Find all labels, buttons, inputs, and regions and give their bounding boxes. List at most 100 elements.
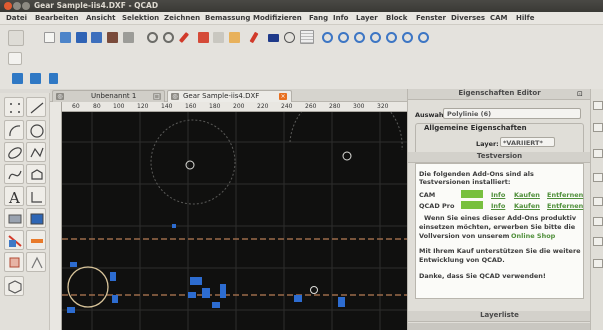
open-file-icon[interactable] bbox=[60, 32, 71, 43]
close-window-icon[interactable] bbox=[4, 2, 12, 10]
ellipse-tool-button[interactable] bbox=[4, 142, 24, 162]
menu-modifizieren[interactable]: Modifizieren bbox=[253, 14, 302, 22]
panel-float-icon[interactable]: ⊡ bbox=[577, 90, 583, 98]
tab-close-icon[interactable]: × bbox=[279, 93, 287, 100]
polyline-segment[interactable] bbox=[67, 307, 75, 313]
dock-icon[interactable] bbox=[593, 197, 603, 206]
hatch-tool-button[interactable] bbox=[4, 208, 24, 228]
dock-icon[interactable] bbox=[593, 101, 603, 110]
zoom-window-icon[interactable] bbox=[386, 32, 397, 43]
minimize-window-icon[interactable] bbox=[13, 2, 21, 10]
pointer-tool-button[interactable] bbox=[8, 52, 22, 65]
line-type-icon[interactable] bbox=[284, 32, 295, 43]
dock-icon[interactable] bbox=[593, 173, 603, 182]
zoom-selection-icon[interactable] bbox=[418, 32, 429, 43]
addon-info-link[interactable]: Info bbox=[491, 202, 505, 210]
menu-diverses[interactable]: Diverses bbox=[451, 14, 485, 22]
block-tool-button[interactable] bbox=[4, 252, 24, 272]
polyline-segment[interactable] bbox=[190, 277, 202, 285]
undo-icon[interactable] bbox=[147, 32, 158, 43]
dimension-tool-button[interactable] bbox=[26, 186, 46, 206]
layer-show-icon[interactable] bbox=[12, 73, 23, 84]
print-preview-icon[interactable] bbox=[123, 32, 134, 43]
modify-tool-button[interactable] bbox=[4, 230, 24, 250]
menu-datei[interactable]: Datei bbox=[6, 14, 27, 22]
menu-fang[interactable]: Fang bbox=[309, 14, 328, 22]
addon-buy-link[interactable]: Kaufen bbox=[514, 191, 540, 199]
select-mode-button[interactable] bbox=[8, 30, 24, 46]
menu-cam[interactable]: CAM bbox=[490, 14, 508, 22]
zoom-previous-icon[interactable] bbox=[370, 32, 381, 43]
addon-remove-link[interactable]: Entfernen bbox=[547, 191, 583, 199]
arc-tool-button[interactable] bbox=[4, 120, 24, 140]
copy-icon[interactable] bbox=[198, 32, 209, 43]
line-tool-button[interactable] bbox=[26, 97, 46, 117]
selection-dropdown[interactable]: Polylinie (6) bbox=[443, 108, 581, 119]
gear-outline[interactable] bbox=[289, 112, 403, 151]
zoom-in-icon[interactable] bbox=[322, 32, 333, 43]
grid-icon[interactable] bbox=[300, 30, 314, 44]
3d-tool-button[interactable] bbox=[4, 276, 24, 296]
polyline-segment[interactable] bbox=[188, 292, 196, 298]
polyline-segment[interactable] bbox=[220, 284, 226, 298]
zoom-out-icon[interactable] bbox=[338, 32, 349, 43]
menu-block[interactable]: Block bbox=[386, 14, 407, 22]
print-icon[interactable] bbox=[107, 32, 118, 43]
tab-gear-sample[interactable]: ◎ Gear Sample-iis4.DXF × bbox=[167, 90, 292, 102]
image-tool-button[interactable] bbox=[26, 208, 46, 228]
menu-layer[interactable]: Layer bbox=[356, 14, 378, 22]
paste-icon[interactable] bbox=[229, 32, 240, 43]
addon-buy-link[interactable]: Kaufen bbox=[514, 202, 540, 210]
addon-info-link[interactable]: Info bbox=[491, 191, 505, 199]
addon-remove-link[interactable]: Entfernen bbox=[547, 202, 583, 210]
tab-close-icon[interactable]: □ bbox=[153, 93, 161, 100]
spline-tool-button[interactable] bbox=[4, 164, 24, 184]
copy-ref-icon[interactable] bbox=[213, 32, 224, 43]
circle-tool-button[interactable] bbox=[26, 120, 46, 140]
online-shop-link[interactable]: Online Shop bbox=[511, 232, 555, 240]
polyline-segment[interactable] bbox=[294, 295, 302, 302]
polyline-segment[interactable] bbox=[110, 272, 116, 281]
new-file-icon[interactable] bbox=[44, 32, 55, 43]
snap-tool-button[interactable] bbox=[26, 252, 46, 272]
polyline-segment[interactable] bbox=[112, 295, 118, 303]
tab-unbenannt-1[interactable]: ◎ Unbenannt 1 □ bbox=[52, 90, 165, 102]
gear-hole[interactable] bbox=[342, 151, 352, 161]
layer-field[interactable]: *VARIIERT* bbox=[500, 137, 555, 147]
dock-icon[interactable] bbox=[593, 149, 603, 158]
drawing-canvas[interactable] bbox=[62, 112, 407, 330]
menu-bearbeiten[interactable]: Bearbeiten bbox=[35, 14, 79, 22]
menu-hilfe[interactable]: Hilfe bbox=[516, 14, 534, 22]
menu-bemassung[interactable]: Bemassung bbox=[205, 14, 250, 22]
polyline-tool-button[interactable] bbox=[26, 142, 46, 162]
gear-hole[interactable] bbox=[310, 286, 318, 294]
layer-freeze-icon[interactable] bbox=[30, 73, 41, 84]
menu-zeichnen[interactable]: Zeichnen bbox=[164, 14, 200, 22]
gear-hole[interactable] bbox=[185, 160, 195, 170]
polyline-segment[interactable] bbox=[172, 224, 176, 228]
menu-fenster[interactable]: Fenster bbox=[416, 14, 446, 22]
trim-tool-button[interactable] bbox=[26, 230, 46, 250]
polyline-segment[interactable] bbox=[212, 302, 220, 308]
dock-icon[interactable] bbox=[593, 237, 603, 246]
maximize-window-icon[interactable] bbox=[22, 2, 30, 10]
redo-icon[interactable] bbox=[163, 32, 174, 43]
dock-icon[interactable] bbox=[593, 123, 603, 132]
tab-pin-icon[interactable]: ◎ bbox=[171, 93, 179, 100]
layer-snap-icon[interactable] bbox=[49, 73, 58, 84]
fill-color-icon[interactable] bbox=[268, 34, 279, 42]
cut-icon[interactable] bbox=[178, 32, 190, 43]
pen-color-icon[interactable] bbox=[249, 31, 259, 44]
save-as-icon[interactable] bbox=[91, 32, 102, 43]
menu-ansicht[interactable]: Ansicht bbox=[86, 14, 115, 22]
tab-pin-icon[interactable]: ◎ bbox=[56, 93, 64, 100]
dock-icon[interactable] bbox=[593, 217, 603, 226]
polyline-segment[interactable] bbox=[202, 288, 210, 298]
gear-hole-large[interactable] bbox=[67, 266, 109, 308]
menu-selektion[interactable]: Selektion bbox=[122, 14, 159, 22]
menu-info[interactable]: Info bbox=[333, 14, 348, 22]
zoom-pan-icon[interactable] bbox=[402, 32, 413, 43]
polyline-segment[interactable] bbox=[338, 297, 345, 307]
point-tool-button[interactable] bbox=[4, 97, 24, 117]
zoom-auto-icon[interactable] bbox=[354, 32, 365, 43]
